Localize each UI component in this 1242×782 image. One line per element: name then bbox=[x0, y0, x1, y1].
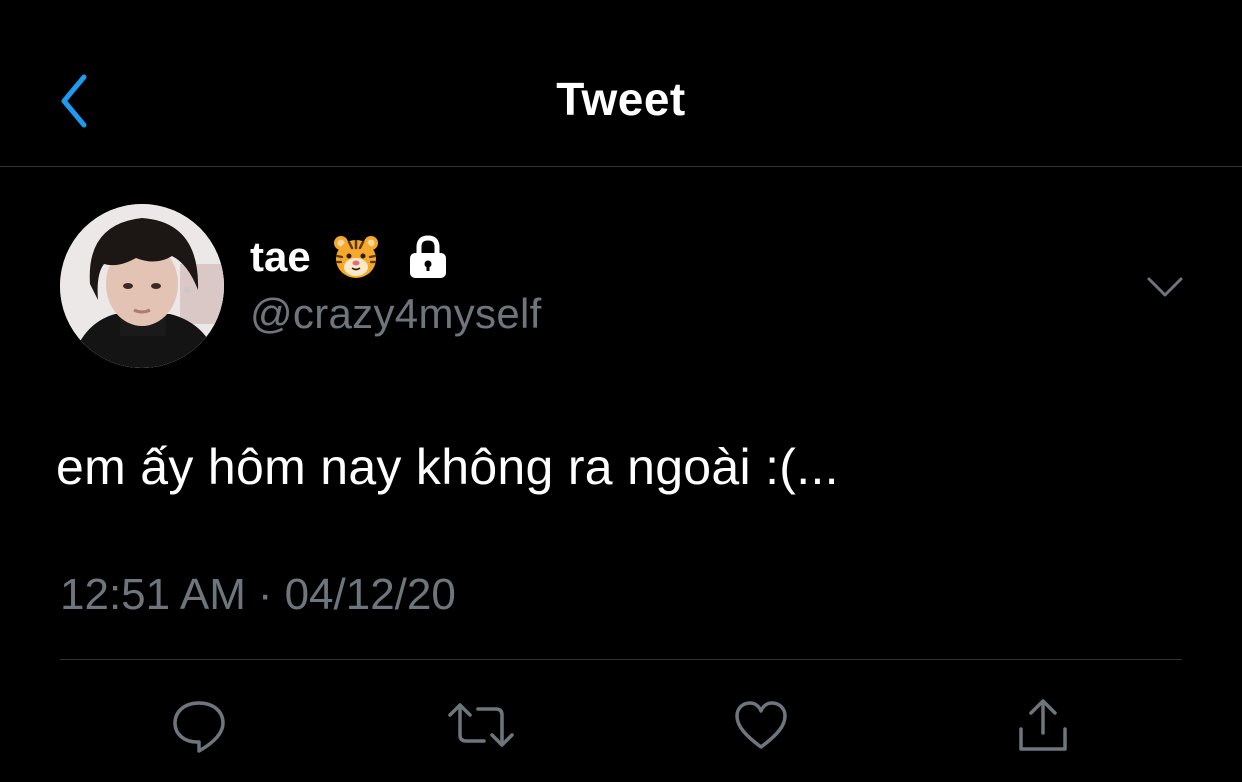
share-button[interactable] bbox=[1008, 690, 1078, 760]
display-name[interactable]: tae bbox=[250, 233, 311, 281]
page-title: Tweet bbox=[556, 73, 686, 125]
meta-separator: · bbox=[257, 570, 273, 619]
tweet-timestamp: 12:51 AM · 04/12/20 bbox=[60, 570, 456, 620]
tweet-options-button[interactable] bbox=[1140, 262, 1190, 312]
chevron-down-icon bbox=[1147, 277, 1183, 297]
share-icon bbox=[1019, 699, 1067, 751]
comment-icon bbox=[173, 701, 225, 753]
top-bar: Tweet bbox=[0, 0, 1242, 166]
heart-icon bbox=[735, 701, 787, 749]
tiger-face-icon bbox=[333, 236, 378, 278]
reply-button[interactable] bbox=[164, 690, 234, 760]
tweet-text: em ấy hôm nay không ra ngoài :(... bbox=[56, 439, 839, 495]
tweet-time: 12:51 AM bbox=[60, 570, 246, 619]
retweet-button[interactable] bbox=[446, 690, 516, 760]
lock-icon bbox=[409, 235, 446, 278]
tweet-date: 04/12/20 bbox=[284, 570, 456, 619]
name-row: tae bbox=[250, 226, 542, 288]
user-handle[interactable]: @crazy4myself bbox=[250, 290, 542, 338]
profile-photo bbox=[60, 204, 224, 368]
header-divider bbox=[0, 166, 1242, 167]
action-bar bbox=[0, 690, 1242, 760]
tweet-author[interactable]: tae @crazy4myself bbox=[250, 226, 542, 338]
content-divider bbox=[60, 659, 1182, 660]
like-button[interactable] bbox=[726, 690, 796, 760]
retweet-icon bbox=[448, 703, 514, 747]
avatar[interactable] bbox=[60, 204, 224, 368]
